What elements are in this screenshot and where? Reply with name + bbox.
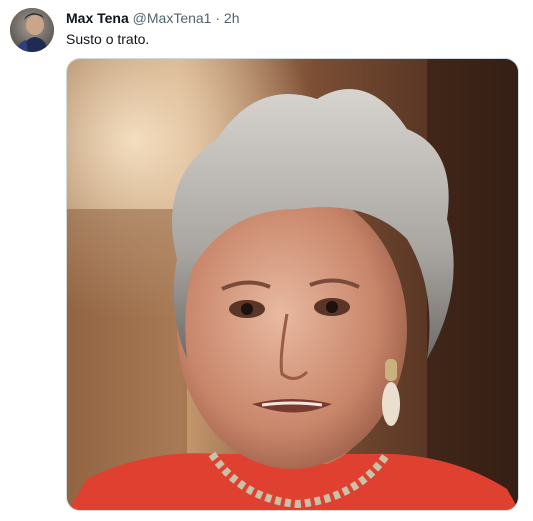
timestamp[interactable]: 2h <box>224 10 240 26</box>
separator: · <box>215 10 221 26</box>
avatar[interactable] <box>10 8 54 52</box>
tweet[interactable]: Max Tena @MaxTena1 · 2h Susto o trato. <box>0 0 533 521</box>
author-handle[interactable]: @MaxTena1 <box>133 10 212 26</box>
photo-woman-grey-hair <box>67 59 518 510</box>
author-name[interactable]: Max Tena <box>66 10 129 26</box>
tweet-media-photo[interactable] <box>66 58 519 511</box>
tweet-header: Max Tena @MaxTena1 · 2h <box>66 9 240 27</box>
tweet-text: Susto o trato. <box>66 31 150 47</box>
